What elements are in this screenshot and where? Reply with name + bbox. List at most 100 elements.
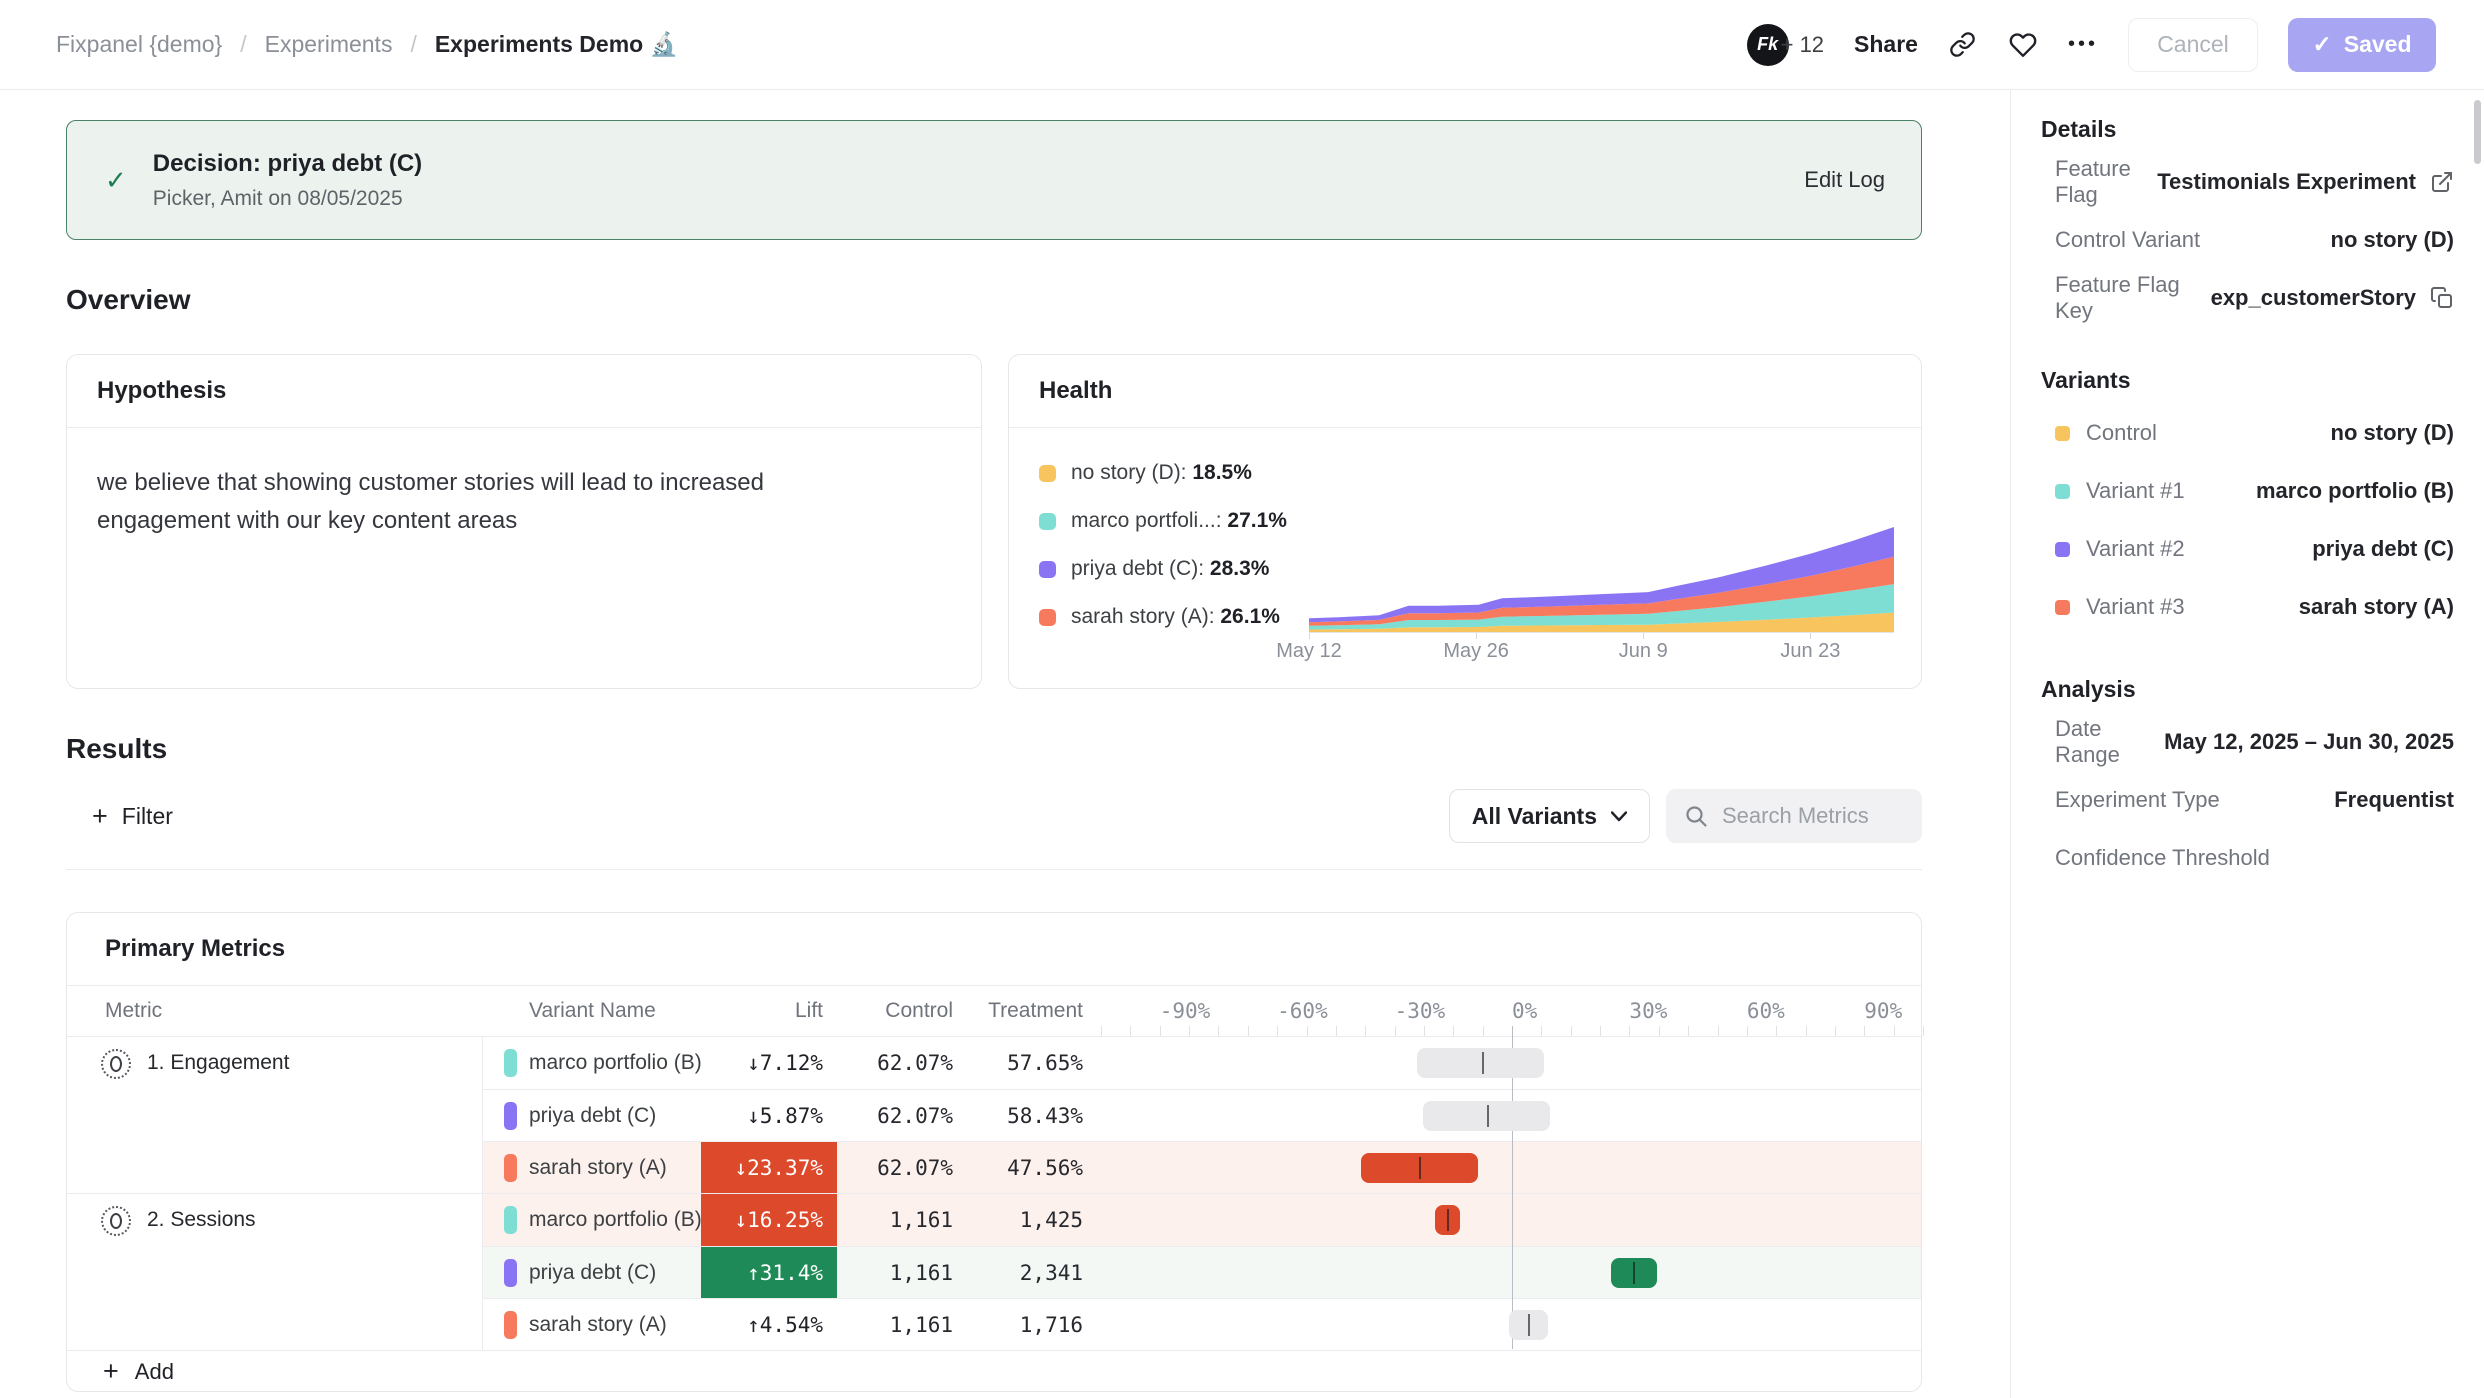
search-icon xyxy=(1684,804,1708,828)
variant-name: marco portfolio (B) xyxy=(529,1208,702,1232)
x-tick-mark xyxy=(1309,633,1310,639)
saved-button-label: Saved xyxy=(2344,31,2412,58)
favorite-icon[interactable] xyxy=(2008,30,2038,60)
goal-icon xyxy=(101,1049,131,1079)
control-value: 62.07% xyxy=(841,1104,953,1128)
axis-label: 0% xyxy=(1512,999,1537,1023)
metric-cell[interactable]: 1. Engagement xyxy=(67,1037,483,1193)
sidebar-row: Feature FlagTestimonials Experiment xyxy=(2041,153,2454,211)
overview-heading: Overview xyxy=(66,284,2010,316)
control-value: 1,161 xyxy=(841,1261,953,1285)
breadcrumb-experiments[interactable]: Experiments xyxy=(265,31,393,58)
treatment-value: 2,341 xyxy=(961,1261,1083,1285)
x-tick-mark xyxy=(1476,633,1477,639)
sidebar-label: Control xyxy=(2055,420,2157,446)
legend-item: marco portfoli...: 27.1% xyxy=(1039,510,1287,532)
legend-label: priya debt (C): 28.3% xyxy=(1071,557,1269,581)
axis-label: 60% xyxy=(1747,999,1785,1023)
lift-value: ↑31.4% xyxy=(701,1247,837,1298)
lift-value: ↓23.37% xyxy=(701,1142,837,1193)
sidebar-label: Confidence Threshold xyxy=(2055,845,2270,871)
cancel-button[interactable]: Cancel xyxy=(2128,18,2258,72)
chart-baseline xyxy=(1309,632,1894,633)
sidebar-row: Confidence Threshold xyxy=(2041,829,2454,887)
breadcrumb-current: Experiments Demo 🔬 xyxy=(435,31,678,58)
chart-x-axis: May 12May 26Jun 9Jun 23 xyxy=(1309,640,1894,666)
control-value: 62.07% xyxy=(841,1051,953,1075)
sidebar-label: Variant #3 xyxy=(2055,594,2185,620)
table-row[interactable]: marco portfolio (B)↓16.25%1,1611,425 xyxy=(483,1194,1921,1246)
sidebar-value[interactable]: exp_customerStory xyxy=(2211,285,2454,311)
lift-marker xyxy=(1487,1105,1489,1127)
saved-button[interactable]: ✓ Saved xyxy=(2288,18,2436,72)
sidebar-row: Feature Flag Keyexp_customerStory xyxy=(2041,269,2454,327)
breadcrumb-separator: / xyxy=(410,31,416,58)
sidebar-label: Experiment Type xyxy=(2055,787,2220,813)
breadcrumb-project[interactable]: Fixpanel {demo} xyxy=(56,31,222,58)
edit-log-button[interactable]: Edit Log xyxy=(1804,167,1885,193)
external-link-icon[interactable] xyxy=(2430,170,2454,194)
variant-color-swatch xyxy=(504,1311,517,1339)
sidebar-value: May 12, 2025 – Jun 30, 2025 xyxy=(2164,729,2454,755)
table-row[interactable]: priya debt (C)↓5.87%62.07%58.43% xyxy=(483,1089,1921,1141)
sidebar-row: Variant #1marco portfolio (B) xyxy=(2041,462,2454,520)
variant-color-swatch xyxy=(2055,542,2070,557)
table-row[interactable]: sarah story (A)↓23.37%62.07%47.56% xyxy=(483,1141,1921,1193)
metric-group: 1. Engagement marco portfolio (B)↓7.12%62… xyxy=(67,1036,1921,1193)
metric-cell[interactable]: 2. Sessions xyxy=(67,1194,483,1350)
axis-label: -90% xyxy=(1160,999,1211,1023)
share-button[interactable]: Share xyxy=(1854,31,1918,58)
variants-dropdown[interactable]: All Variants xyxy=(1449,789,1650,843)
lift-value: ↓16.25% xyxy=(701,1194,837,1246)
main-content: ✓ Decision: priya debt (C) Picker, Amit … xyxy=(0,90,2010,1398)
sidebar-label: Variant #2 xyxy=(2055,536,2185,562)
primary-metrics-title: Primary Metrics xyxy=(67,913,1921,986)
add-metric-button[interactable]: + Add xyxy=(67,1350,1921,1392)
metric-rows: marco portfolio (B)↓7.12%62.07%57.65%pri… xyxy=(483,1037,1921,1193)
variants-dropdown-value: All Variants xyxy=(1472,803,1597,830)
more-menu-button[interactable]: ••• xyxy=(2068,33,2098,56)
filter-label: Filter xyxy=(122,803,173,830)
sidebar-value[interactable]: Testimonials Experiment xyxy=(2157,169,2454,195)
sidebar-row: Variant #3sarah story (A) xyxy=(2041,578,2454,636)
x-tick-label: May 26 xyxy=(1443,640,1509,663)
sidebar-row: Control Variantno story (D) xyxy=(2041,211,2454,269)
treatment-value: 1,716 xyxy=(961,1313,1083,1337)
axis-label: 90% xyxy=(1864,999,1902,1023)
sidebar-label: Feature Flag Key xyxy=(2055,272,2211,324)
scrollbar-thumb[interactable] xyxy=(2474,100,2481,164)
copy-icon[interactable] xyxy=(2430,286,2454,310)
collaborator-count[interactable]: + 12 xyxy=(1781,32,1824,58)
lift-marker xyxy=(1633,1262,1635,1284)
variants-section: Variants Controlno story (D)Variant #1ma… xyxy=(2041,367,2454,636)
metric-name: 1. Engagement xyxy=(147,1051,289,1075)
divider xyxy=(66,869,1922,870)
table-row[interactable]: priya debt (C) ↑31.4%1,161 2,341 xyxy=(483,1246,1921,1298)
sidebar-row: Controlno story (D) xyxy=(2041,404,2454,462)
hypothesis-body: we believe that showing customer stories… xyxy=(67,428,927,540)
hypothesis-card: Hypothesis we believe that showing custo… xyxy=(66,354,982,689)
breadcrumb-separator: / xyxy=(240,31,246,58)
health-title: Health xyxy=(1039,377,1112,405)
search-metrics-input[interactable] xyxy=(1722,803,1892,829)
metric-rows: marco portfolio (B)↓16.25%1,1611,425priy… xyxy=(483,1194,1921,1350)
search-metrics-box[interactable] xyxy=(1666,789,1922,843)
variant-name: marco portfolio (B) xyxy=(529,1051,702,1075)
sidebar-row: Date RangeMay 12, 2025 – Jun 30, 2025 xyxy=(2041,713,2454,771)
add-filter-button[interactable]: + Filter xyxy=(66,801,173,832)
treatment-value: 47.56% xyxy=(961,1156,1083,1180)
variant-name: priya debt (C) xyxy=(529,1104,656,1128)
legend-swatch xyxy=(1039,561,1056,578)
legend-item: sarah story (A): 26.1% xyxy=(1039,606,1287,628)
sidebar-row: Variant #2priya debt (C) xyxy=(2041,520,2454,578)
confidence-interval-bar[interactable] xyxy=(1417,1048,1544,1078)
variant-name: priya debt (C) xyxy=(529,1261,656,1285)
legend-label: sarah story (A): 26.1% xyxy=(1071,605,1280,629)
table-row[interactable]: marco portfolio (B)↓7.12%62.07%57.65% xyxy=(483,1037,1921,1089)
copy-link-icon[interactable] xyxy=(1948,30,1978,60)
confidence-plot xyxy=(1101,1037,1921,1089)
top-nav: Fixpanel {demo} / Experiments / Experime… xyxy=(0,0,2484,90)
confidence-plot xyxy=(1101,1090,1921,1141)
table-header: Metric Variant Name Lift Control Treatme… xyxy=(67,986,1921,1036)
table-row[interactable]: sarah story (A)↑4.54%1,1611,716 xyxy=(483,1298,1921,1350)
